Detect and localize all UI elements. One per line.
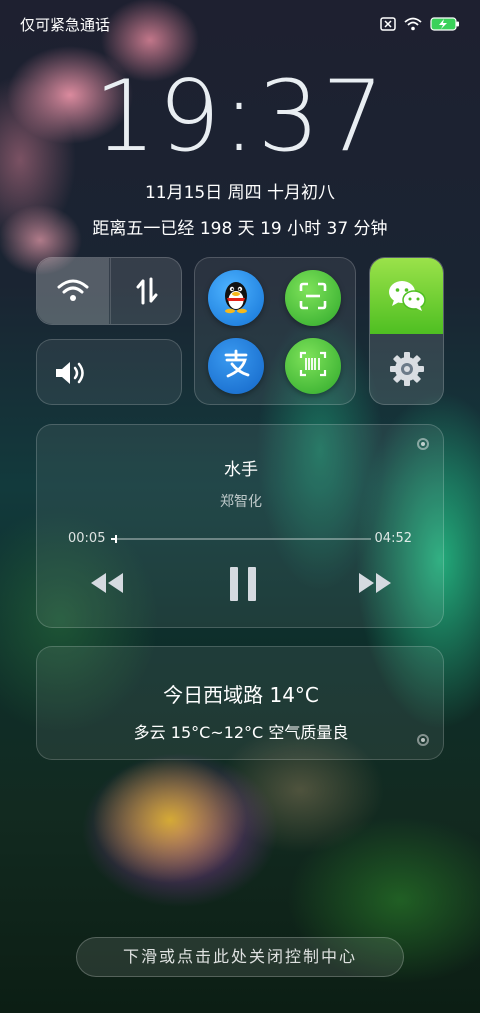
clock-time: 19:37 xyxy=(93,60,387,174)
alipay-shortcut[interactable] xyxy=(208,338,264,394)
song-artist: 郑智化 xyxy=(220,494,262,510)
status-bar: 仅可紧急通话 xyxy=(0,0,480,50)
pause-button[interactable] xyxy=(227,565,259,603)
qq-shortcut[interactable] xyxy=(208,270,264,326)
sound-toggle[interactable] xyxy=(36,339,182,405)
weather-card[interactable]: 今日西域路 14°C 多云 15°C~12°C 空气质量良 xyxy=(36,646,444,760)
gear-icon xyxy=(388,350,426,388)
weather-detail: 多云 15°C~12°C 空气质量良 xyxy=(133,723,349,742)
scan-icon xyxy=(298,281,328,315)
connectivity-tile xyxy=(36,257,182,325)
mobile-data-toggle[interactable] xyxy=(110,258,183,324)
wechat-settings-tile xyxy=(369,257,444,405)
weather-headline: 今日西域路 14°C xyxy=(163,683,319,707)
no-sim-icon xyxy=(380,16,396,35)
music-card-indicator xyxy=(417,438,429,450)
shortcut-tile xyxy=(194,257,356,405)
battery-charging-icon xyxy=(430,16,460,35)
status-icons xyxy=(380,16,460,35)
wechat-icon xyxy=(387,278,427,314)
date-text: 11月15日 周四 十月初八 xyxy=(144,183,336,203)
countdown-text: 距离五一已经 198 天 19 小时 37 分钟 xyxy=(92,219,388,239)
progress-thumb[interactable] xyxy=(115,535,117,543)
qq-penguin-icon xyxy=(219,278,253,318)
elapsed-time: 00:05 xyxy=(68,531,106,546)
barcode-icon xyxy=(298,349,328,383)
wifi-toggle[interactable] xyxy=(37,258,109,324)
close-control-center-button[interactable]: 下滑或点击此处关闭控制中心 xyxy=(76,937,404,977)
song-title: 水手 xyxy=(224,460,258,480)
alipay-icon xyxy=(220,348,252,384)
speaker-icon xyxy=(53,358,87,388)
fast-forward-icon xyxy=(359,573,391,593)
carrier-text: 仅可紧急通话 xyxy=(20,16,111,34)
settings-shortcut[interactable] xyxy=(370,334,443,404)
mobile-data-icon xyxy=(133,276,161,306)
wechat-shortcut[interactable] xyxy=(370,258,443,334)
pause-icon xyxy=(230,567,256,601)
next-button[interactable] xyxy=(357,571,393,597)
weather-card-indicator xyxy=(417,734,429,746)
progress-track[interactable] xyxy=(111,535,371,543)
music-player-card: 水手 郑智化 00:05 04:52 xyxy=(36,424,444,628)
rewind-icon xyxy=(91,573,123,593)
barcode-shortcut[interactable] xyxy=(285,338,341,394)
wifi-icon xyxy=(57,277,89,305)
duration-time: 04:52 xyxy=(374,531,412,546)
wifi-status-icon xyxy=(404,16,422,35)
scan-shortcut[interactable] xyxy=(285,270,341,326)
previous-button[interactable] xyxy=(89,571,125,597)
